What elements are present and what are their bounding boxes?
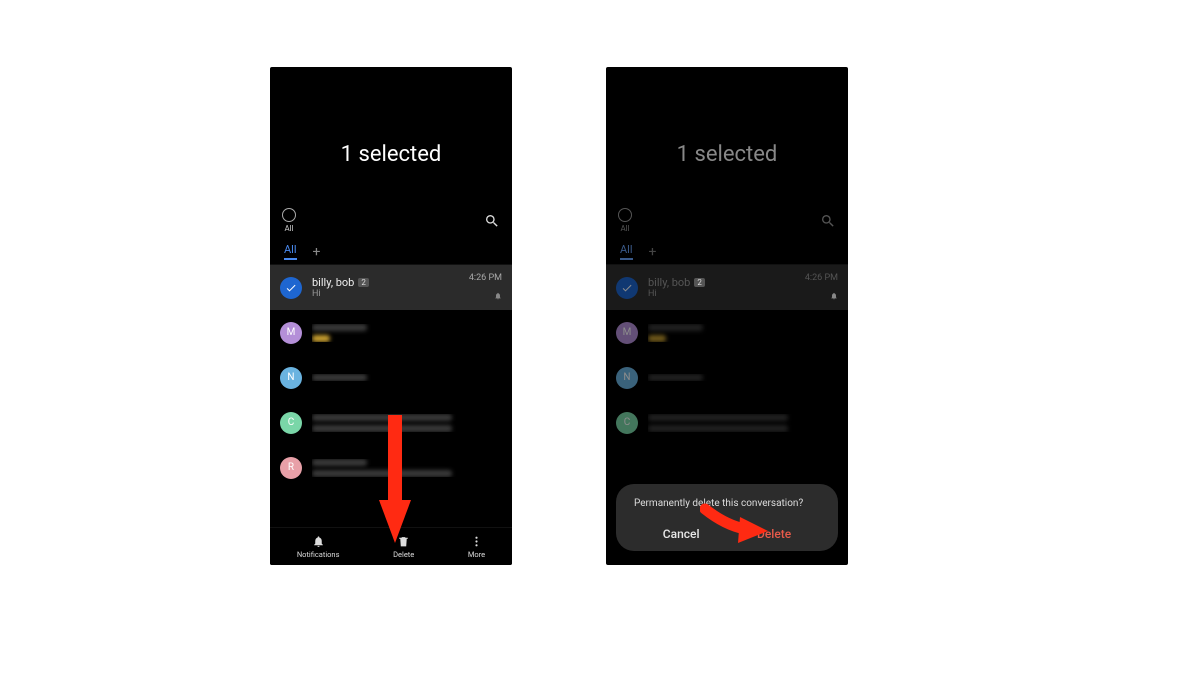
avatar: N bbox=[280, 367, 302, 389]
more-button[interactable]: More bbox=[468, 535, 485, 559]
tab-all[interactable]: All bbox=[284, 243, 297, 260]
blurred-line bbox=[312, 425, 452, 432]
tabs: All + bbox=[270, 237, 512, 265]
dialog-scrim: Permanently delete this conversation? Ca… bbox=[606, 67, 848, 565]
conversation-name-text: billy, bob bbox=[312, 276, 354, 289]
more-label: More bbox=[468, 550, 485, 559]
dialog-actions: Cancel Delete bbox=[634, 527, 820, 541]
delete-confirm-dialog: Permanently delete this conversation? Ca… bbox=[616, 484, 838, 551]
blurred-line bbox=[312, 324, 367, 331]
trash-icon bbox=[397, 535, 410, 548]
mute-icon bbox=[494, 285, 502, 304]
participant-badge: 2 bbox=[358, 278, 369, 287]
avatar: M bbox=[280, 322, 302, 344]
selection-count: 1 selected bbox=[341, 142, 442, 167]
blurred-line bbox=[312, 470, 452, 477]
phone-screenshot-right: 1 selected All All + billy, bob 2 Hi 4:2… bbox=[606, 67, 848, 565]
delete-button[interactable]: Delete bbox=[393, 535, 414, 559]
more-icon bbox=[470, 535, 483, 548]
blurred-content bbox=[312, 374, 502, 381]
conversation-time: 4:26 PM bbox=[469, 273, 502, 283]
conversation-row[interactable]: C bbox=[270, 400, 512, 445]
delete-label: Delete bbox=[393, 550, 414, 559]
notifications-label: Notifications bbox=[297, 550, 340, 559]
dialog-message: Permanently delete this conversation? bbox=[634, 498, 820, 509]
selection-header: 1 selected bbox=[270, 67, 512, 197]
blurred-line bbox=[312, 414, 452, 421]
select-all-label: All bbox=[284, 224, 293, 233]
select-all-button[interactable]: All bbox=[282, 208, 296, 233]
delete-confirm-button[interactable]: Delete bbox=[757, 527, 791, 541]
cancel-button[interactable]: Cancel bbox=[663, 527, 700, 541]
conversation-row[interactable]: N bbox=[270, 355, 512, 400]
phone-screenshot-left: 1 selected All All + billy, bob 2 Hi 4:2… bbox=[270, 67, 512, 565]
conversation-preview: Hi bbox=[312, 289, 502, 299]
conversation-row[interactable]: R bbox=[270, 445, 512, 490]
checkmark-icon bbox=[280, 277, 302, 299]
blurred-content bbox=[312, 414, 502, 432]
notifications-button[interactable]: Notifications bbox=[297, 535, 340, 559]
conversation-row[interactable]: M bbox=[270, 310, 512, 355]
conversation-row-selected[interactable]: billy, bob 2 Hi 4:26 PM bbox=[270, 265, 512, 310]
bottom-action-bar: Notifications Delete More bbox=[270, 527, 512, 565]
blurred-content bbox=[312, 324, 502, 342]
search-icon[interactable] bbox=[484, 213, 500, 233]
blurred-content bbox=[312, 459, 502, 477]
tab-add-icon[interactable]: + bbox=[313, 244, 321, 260]
select-all-circle-icon bbox=[282, 208, 296, 222]
blurred-line bbox=[312, 374, 367, 381]
avatar: R bbox=[280, 457, 302, 479]
avatar: C bbox=[280, 412, 302, 434]
blurred-line bbox=[312, 459, 367, 466]
blurred-line bbox=[312, 335, 330, 342]
toolbar: All bbox=[270, 197, 512, 237]
